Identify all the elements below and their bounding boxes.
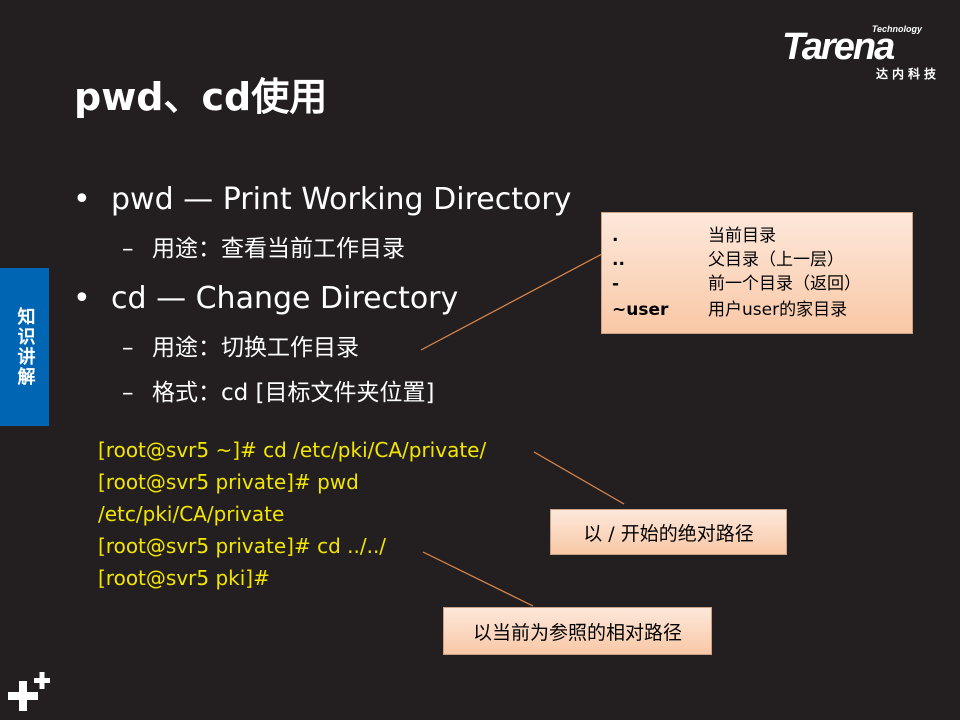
ref-description: 前一个目录（返回）: [708, 274, 861, 294]
ref-symbol: -: [612, 274, 620, 294]
connector-reference: [420, 253, 603, 351]
ref-symbol: ~user: [612, 300, 669, 320]
callout-label: 以当前为参照的相对路径: [472, 621, 682, 644]
connector-absolute: [533, 451, 625, 505]
ref-row-home: ~user 用户user的家目录: [612, 299, 847, 321]
ref-row-current: . 当前目录: [612, 225, 776, 247]
connector-relative: [422, 551, 534, 607]
ref-symbol: ..: [612, 250, 625, 270]
callout-label: 以 / 开始的绝对路径: [583, 522, 754, 545]
directory-symbols-callout: . 当前目录 .. 父目录（上一层） - 前一个目录（返回） ~user 用户user的…: [601, 212, 913, 334]
ref-description: 当前目录: [708, 226, 776, 246]
relative-path-callout: 以当前为参照的相对路径: [443, 607, 712, 655]
absolute-path-callout: 以 / 开始的绝对路径: [550, 509, 787, 555]
ref-description: 用户user的家目录: [708, 300, 848, 320]
ref-row-previous: - 前一个目录（返回）: [612, 273, 861, 295]
plus-icon: [8, 672, 50, 711]
ref-description: 父目录（上一层）: [708, 250, 844, 270]
ref-symbol: .: [612, 226, 619, 246]
ref-row-parent: .. 父目录（上一层）: [612, 249, 844, 271]
